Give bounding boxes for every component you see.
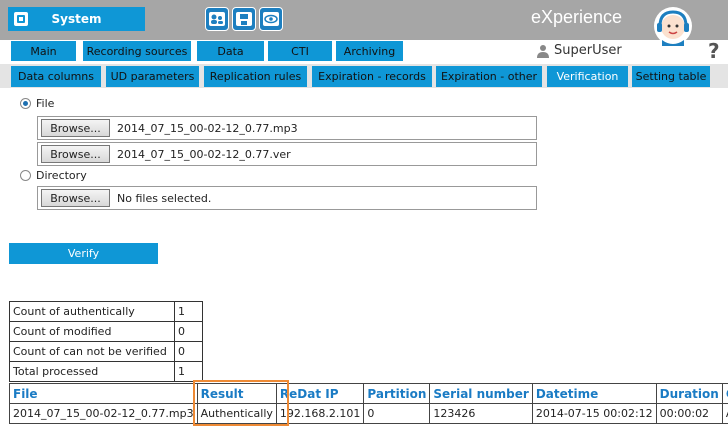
directory-input[interactable]: Browse... No files selected. [37,186,537,210]
browse-button-directory[interactable]: Browse... [41,189,110,207]
stats-table: Count of authentically 1 Count of modifie… [9,301,203,382]
tab-cti[interactable]: CTI [268,41,332,61]
tab-archiving[interactable]: Archiving [336,41,403,61]
directory-radio[interactable] [20,170,31,181]
tab-replication-rules[interactable]: Replication rules [204,66,307,87]
table-row[interactable]: 2014_07_15_00-02-12_0.77.mp3 Authentical… [9,403,728,424]
users-icon[interactable] [205,7,229,31]
stats-value: 0 [174,321,203,342]
col-serial-number[interactable]: Serial number [429,383,533,404]
file-name-1: 2014_07_15_00-02-12_0.77.mp3 [117,121,298,135]
tab-ud-parameters[interactable]: UD parameters [106,66,199,87]
cell-file: 2014_07_15_00-02-12_0.77.mp3 [9,403,198,424]
tab-main[interactable]: Main [11,41,76,61]
cell-datetime: 2014-07-15 00:02:12 [531,403,657,424]
browse-button-2[interactable]: Browse... [41,145,110,163]
results-header-row: File Result ReDat IP Partition Serial nu… [9,383,728,404]
col-duration[interactable]: Duration [655,383,723,404]
stats-label: Count of can not be verified [9,341,175,362]
file-input-2[interactable]: Browse... 2014_07_15_00-02-12_0.77.ver [37,142,537,166]
user-name: SuperUser [554,43,622,58]
directory-value: No files selected. [117,191,212,205]
col-datetime[interactable]: Datetime [531,383,657,404]
stats-row: Count of modified 0 [9,321,203,342]
system-icon [14,12,28,26]
cell-partition: 0 [363,403,431,424]
col-file[interactable]: File [9,383,198,404]
stats-row: Total processed 1 [9,361,203,382]
cell-redat-ip: 192.168.2.101 [275,403,365,424]
cell-c: A [721,403,728,424]
tab-data[interactable]: Data [197,41,264,61]
top-bar: System eXperience [0,0,728,46]
brand-title: eXperience [531,7,623,27]
stats-label: Count of authentically [9,301,175,322]
file-radio-row[interactable]: File [20,97,54,110]
stats-value: 1 [174,361,203,382]
tab-expiration-records[interactable]: Expiration - records [312,66,432,87]
stats-label: Count of modified [9,321,175,342]
tab-verification[interactable]: Verification [547,66,628,87]
file-label: File [36,97,55,110]
tab-expiration-other[interactable]: Expiration - other [436,66,542,87]
browse-button-1[interactable]: Browse... [41,119,110,137]
stats-value: 0 [174,341,203,362]
col-c[interactable]: C [721,383,728,404]
file-name-2: 2014_07_15_00-02-12_0.77.ver [117,147,291,161]
stats-row: Count of can not be verified 0 [9,341,203,362]
results-table: File Result ReDat IP Partition Serial nu… [9,383,728,424]
stats-value: 1 [174,301,203,322]
user-menu[interactable]: SuperUser [536,43,622,58]
file-input-1[interactable]: Browse... 2014_07_15_00-02-12_0.77.mp3 [37,116,537,140]
tab-setting-table[interactable]: Setting table [632,66,710,87]
system-button[interactable]: System [8,7,145,31]
help-icon[interactable]: ? [708,39,720,63]
system-label: System [51,12,102,26]
col-redat-ip[interactable]: ReDat IP [275,383,365,404]
eye-icon[interactable] [259,7,283,31]
save-icon[interactable] [232,7,256,31]
cell-duration: 00:00:02 [655,403,723,424]
file-radio[interactable] [20,98,31,109]
stats-row: Count of authentically 1 [9,301,203,322]
result-highlight-box [193,380,289,426]
tab-recording-sources[interactable]: Recording sources [83,41,191,61]
col-partition[interactable]: Partition [363,383,431,404]
stats-label: Total processed [9,361,175,382]
cell-serial-number: 123426 [429,403,533,424]
directory-radio-row[interactable]: Directory [20,169,87,182]
directory-label: Directory [36,169,87,182]
verify-button[interactable]: Verify [9,243,158,264]
user-icon [537,44,549,58]
tab-data-columns[interactable]: Data columns [11,66,101,87]
